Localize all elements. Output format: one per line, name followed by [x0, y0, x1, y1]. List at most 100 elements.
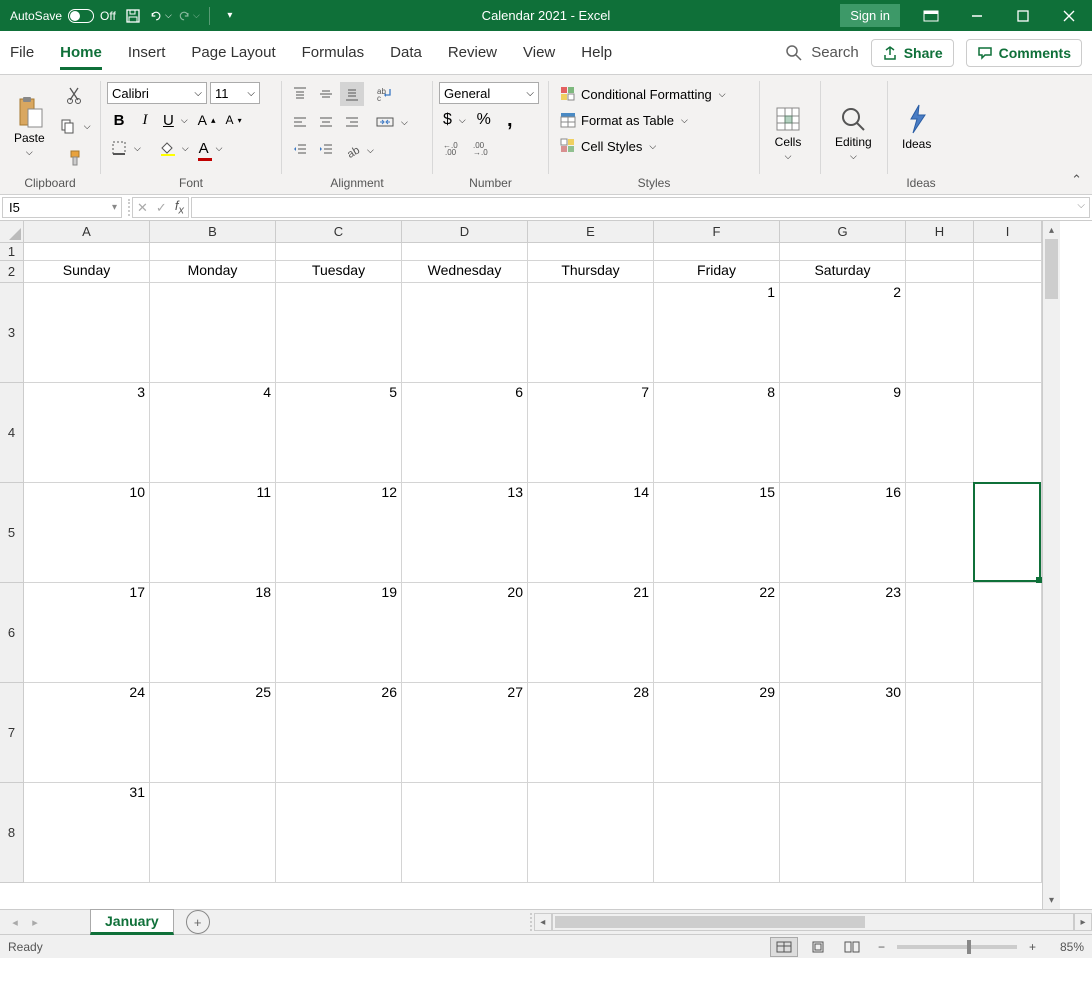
autosave-toggle[interactable]: AutoSave Off [10, 9, 116, 23]
tab-view[interactable]: View [523, 36, 555, 69]
cell-H8[interactable] [906, 783, 974, 883]
scroll-left-button[interactable]: ◂ [534, 913, 552, 931]
vertical-scrollbar[interactable]: ▴ ▾ [1042, 221, 1060, 909]
horizontal-scrollbar[interactable] [552, 913, 1074, 931]
cell-B1[interactable] [150, 243, 276, 261]
zoom-slider[interactable] [897, 945, 1017, 949]
maximize-button[interactable] [1000, 0, 1046, 31]
cell-D4[interactable]: 6 [402, 383, 528, 483]
cell-I4[interactable] [974, 383, 1042, 483]
row-header-1[interactable]: 1 [0, 243, 24, 261]
row-header-6[interactable]: 6 [0, 583, 24, 683]
tab-home[interactable]: Home [60, 36, 102, 69]
cell-C4[interactable]: 5 [276, 383, 402, 483]
column-header-D[interactable]: D [402, 221, 528, 243]
tab-review[interactable]: Review [448, 36, 497, 69]
cell-B6[interactable]: 18 [150, 583, 276, 683]
cell-F3[interactable]: 1 [654, 283, 780, 383]
decrease-decimal-button[interactable]: .00→.0 [469, 136, 497, 160]
normal-view-button[interactable] [770, 937, 798, 957]
zoom-slider-thumb[interactable] [967, 940, 971, 954]
wrap-text-button[interactable]: abc [372, 82, 398, 106]
cell-F7[interactable]: 29 [654, 683, 780, 783]
cell-A1[interactable] [24, 243, 150, 261]
cell-I3[interactable] [974, 283, 1042, 383]
underline-button[interactable]: U [159, 108, 192, 132]
cell-H3[interactable] [906, 283, 974, 383]
cell-F1[interactable] [654, 243, 780, 261]
undo-button[interactable] [150, 5, 172, 27]
cell-A2[interactable]: Sunday [24, 261, 150, 283]
horizontal-scroll-thumb[interactable] [555, 916, 865, 928]
cell-F6[interactable]: 22 [654, 583, 780, 683]
cell-B8[interactable] [150, 783, 276, 883]
cell-D2[interactable]: Wednesday [402, 261, 528, 283]
cell-G3[interactable]: 2 [780, 283, 906, 383]
row-header-8[interactable]: 8 [0, 783, 24, 883]
increase-decimal-button[interactable]: ←.0.00 [439, 136, 467, 160]
cell-H4[interactable] [906, 383, 974, 483]
new-sheet-button[interactable]: + [186, 910, 210, 934]
cell-I8[interactable] [974, 783, 1042, 883]
cell-E4[interactable]: 7 [528, 383, 654, 483]
zoom-level[interactable]: 85% [1048, 940, 1084, 954]
minimize-button[interactable] [954, 0, 1000, 31]
select-all-button[interactable] [0, 221, 24, 243]
cell-C3[interactable] [276, 283, 402, 383]
bold-button[interactable]: B [107, 108, 131, 132]
row-header-5[interactable]: 5 [0, 483, 24, 583]
cell-E5[interactable]: 14 [528, 483, 654, 583]
scroll-down-button[interactable]: ▾ [1043, 891, 1060, 909]
cell-A6[interactable]: 17 [24, 583, 150, 683]
decrease-indent-button[interactable] [288, 138, 312, 162]
cell-G6[interactable]: 23 [780, 583, 906, 683]
copy-button[interactable] [55, 114, 95, 138]
row-header-4[interactable]: 4 [0, 383, 24, 483]
cell-A3[interactable] [24, 283, 150, 383]
row-header-2[interactable]: 2 [0, 261, 24, 283]
column-header-E[interactable]: E [528, 221, 654, 243]
align-center-button[interactable] [314, 110, 338, 134]
cell-E2[interactable]: Thursday [528, 261, 654, 283]
cell-I5[interactable] [974, 483, 1042, 583]
editing-button[interactable]: Editing⌵ [827, 79, 880, 188]
row-header-3[interactable]: 3 [0, 283, 24, 383]
cell-H7[interactable] [906, 683, 974, 783]
tab-insert[interactable]: Insert [128, 36, 166, 69]
align-left-button[interactable] [288, 110, 312, 134]
insert-function-button[interactable]: fx [175, 198, 184, 217]
column-header-A[interactable]: A [24, 221, 150, 243]
column-header-H[interactable]: H [906, 221, 974, 243]
comma-format-button[interactable]: , [498, 108, 522, 132]
paste-button[interactable]: Paste ⌵ [6, 79, 53, 174]
scroll-right-button[interactable]: ▸ [1074, 913, 1092, 931]
cell-E7[interactable]: 28 [528, 683, 654, 783]
ideas-button[interactable]: Ideas [894, 79, 939, 174]
column-header-G[interactable]: G [780, 221, 906, 243]
cut-button[interactable] [55, 83, 95, 107]
sheet-tab-january[interactable]: January [90, 909, 174, 935]
tab-data[interactable]: Data [390, 36, 422, 69]
cell-C8[interactable] [276, 783, 402, 883]
customize-qat-button[interactable]: ▾ [219, 5, 241, 27]
tell-me-search[interactable]: Search [785, 44, 859, 62]
comments-button[interactable]: Comments [966, 39, 1082, 67]
accounting-format-button[interactable]: $ [439, 108, 470, 132]
cell-C1[interactable] [276, 243, 402, 261]
cells-button[interactable]: Cells⌵ [766, 79, 810, 188]
page-break-view-button[interactable] [838, 937, 866, 957]
row-header-7[interactable]: 7 [0, 683, 24, 783]
cell-H5[interactable] [906, 483, 974, 583]
cell-B5[interactable]: 11 [150, 483, 276, 583]
cell-G7[interactable]: 30 [780, 683, 906, 783]
increase-font-button[interactable]: A▴ [194, 108, 220, 132]
page-layout-view-button[interactable] [804, 937, 832, 957]
collapse-ribbon-button[interactable]: ⌃ [1071, 172, 1082, 188]
cell-F2[interactable]: Friday [654, 261, 780, 283]
cell-G5[interactable]: 16 [780, 483, 906, 583]
cell-F8[interactable] [654, 783, 780, 883]
cell-D1[interactable] [402, 243, 528, 261]
vertical-scroll-thumb[interactable] [1045, 239, 1058, 299]
align-bottom-button[interactable] [340, 82, 364, 106]
cell-C5[interactable]: 12 [276, 483, 402, 583]
